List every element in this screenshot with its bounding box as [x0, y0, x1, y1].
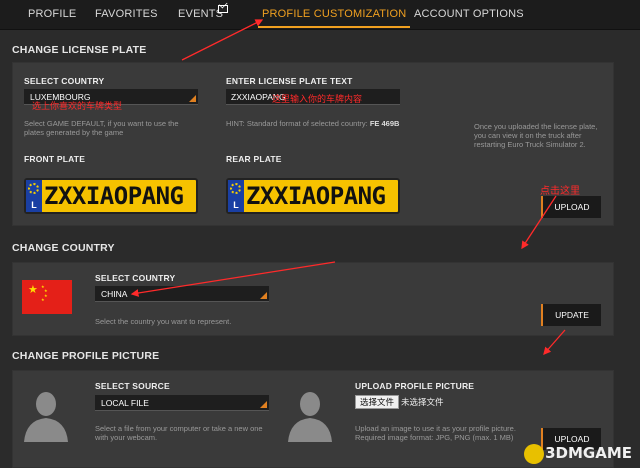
hint-format: FE 469B	[369, 119, 400, 128]
tab-account-options[interactable]: ACCOUNT OPTIONS	[414, 0, 524, 28]
dropdown-arrow-icon	[260, 401, 267, 408]
plate-country-letter: L	[31, 200, 37, 210]
eu-band: L	[228, 180, 244, 212]
source-select-value: LOCAL FILE	[101, 398, 149, 408]
hint-prefix: HINT: Standard format of selected countr…	[226, 119, 368, 128]
tab-profile-customization[interactable]: PROFILE CUSTOMIZATION	[258, 0, 411, 28]
source-hint: Select a file from your computer or take…	[95, 424, 263, 442]
upload-picture-label: UPLOAD PROFILE PICTURE	[355, 381, 475, 391]
country-select[interactable]: CHINA	[95, 286, 269, 302]
dropdown-arrow-icon	[260, 292, 267, 299]
source-select-label: SELECT SOURCE	[95, 381, 170, 391]
tab-events[interactable]: EVENTS	[178, 0, 223, 28]
avatar-preview-icon	[288, 392, 332, 442]
annotation-select-plate-type: 选上你喜欢的车牌类型	[32, 101, 123, 111]
annotation-enter-plate-text: 这里输入你的车牌内容	[272, 94, 363, 104]
front-plate-label: FRONT PLATE	[24, 154, 86, 164]
section-title-profile-picture: CHANGE PROFILE PICTURE	[12, 350, 160, 362]
upload-hint-line-1: Upload an image to use it as your profil…	[355, 424, 516, 433]
source-select[interactable]: LOCAL FILE	[95, 395, 269, 411]
choose-file-button[interactable]: 选择文件	[355, 395, 400, 409]
license-text-label: ENTER LICENSE PLATE TEXT	[226, 76, 353, 86]
annotation-click-here: 点击这里	[540, 186, 580, 197]
plate-country-letter: L	[233, 200, 239, 210]
mail-icon	[218, 5, 228, 13]
dropdown-arrow-icon	[189, 95, 196, 102]
license-upload-button[interactable]: UPLOAD	[541, 196, 601, 218]
rear-plate-text: ZXXIAOPANG	[246, 182, 386, 210]
eu-stars-icon	[230, 183, 241, 194]
front-plate-text: ZXXIAOPANG	[44, 182, 184, 210]
watermark-text: 3DMGAME	[545, 444, 632, 462]
tab-profile[interactable]: PROFILE	[28, 0, 76, 28]
license-select-country-label: SELECT COUNTRY	[24, 76, 105, 86]
upload-hint-line-2: Required image format: JPG, PNG (max. 1 …	[355, 433, 514, 442]
upload-note: Once you uploaded the license plate, you…	[474, 122, 598, 149]
country-update-button[interactable]: UPDATE	[541, 304, 601, 326]
upload-hint: Upload an image to use it as your profil…	[355, 424, 545, 442]
license-country-hint: Select GAME DEFAULT, if you want to use …	[24, 119, 179, 137]
eu-stars-icon	[28, 183, 39, 194]
front-plate-preview: L ZXXIAOPANG	[24, 178, 198, 214]
country-hint: Select the country you want to represent…	[95, 317, 232, 326]
top-nav: PROFILE FAVORITES EVENTS PROFILE CUSTOMI…	[0, 0, 640, 30]
china-flag-icon: ★ ★ ★ ★ ★	[22, 280, 72, 314]
country-select-value: CHINA	[101, 289, 128, 299]
tab-favorites[interactable]: FAVORITES	[95, 0, 158, 28]
section-title-license-plate: CHANGE LICENSE PLATE	[12, 44, 147, 56]
rear-plate-label: REAR PLATE	[226, 154, 282, 164]
no-file-text: 未选择文件	[401, 397, 444, 407]
eu-band: L	[26, 180, 42, 212]
rear-plate-preview: L ZXXIAOPANG	[226, 178, 400, 214]
license-format-hint: HINT: Standard format of selected countr…	[226, 119, 426, 128]
avatar-placeholder-icon	[24, 392, 68, 442]
watermark-logo-icon	[524, 444, 544, 464]
section-title-country: CHANGE COUNTRY	[12, 242, 115, 254]
country-select-label: SELECT COUNTRY	[95, 273, 176, 283]
